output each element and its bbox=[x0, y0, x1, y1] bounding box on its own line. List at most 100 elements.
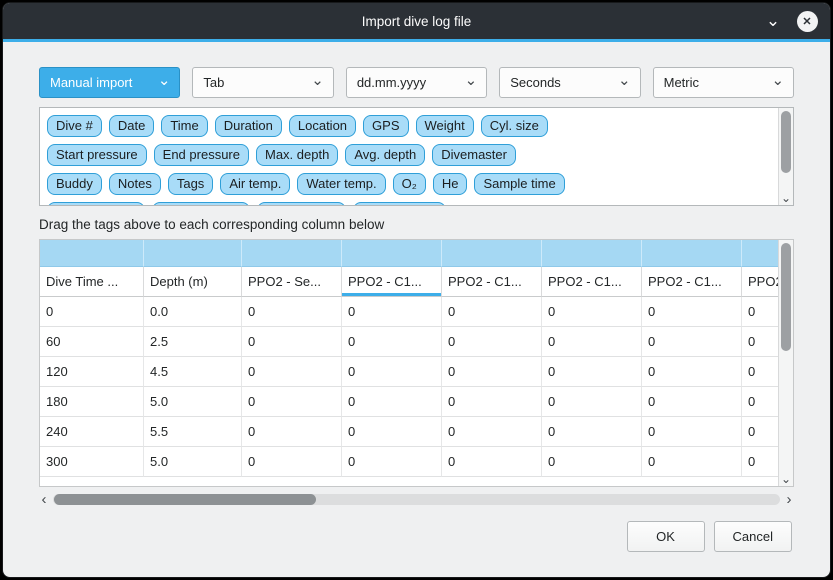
tag-pill[interactable]: Tags bbox=[168, 173, 213, 195]
tag-pill[interactable]: Sample time bbox=[474, 173, 564, 195]
tag-pill[interactable]: Notes bbox=[109, 173, 161, 195]
table-cell: 0 bbox=[342, 417, 442, 447]
scrollbar-thumb[interactable] bbox=[781, 243, 791, 351]
table-cell: 0 bbox=[242, 417, 342, 447]
table-cell: 2.5 bbox=[144, 327, 242, 357]
cancel-button[interactable]: Cancel bbox=[714, 521, 792, 552]
tag-pill[interactable]: Water temp. bbox=[297, 173, 385, 195]
tag-pill[interactable]: End pressure bbox=[154, 144, 249, 166]
table-cell: 0 bbox=[342, 327, 442, 357]
scroll-right-arrow-icon[interactable]: › bbox=[784, 493, 794, 506]
chevron-down-icon: ⌄ bbox=[311, 76, 324, 86]
ok-button[interactable]: OK bbox=[627, 521, 705, 552]
column-drop-zone[interactable] bbox=[40, 240, 144, 267]
dialog-footer: OK Cancel bbox=[41, 521, 792, 552]
import-preview-table: Dive Time ...Depth (m)PPO2 - Se...PPO2 -… bbox=[39, 239, 794, 487]
shade-button[interactable]: ⌄ bbox=[758, 3, 788, 39]
column-drop-zone[interactable] bbox=[242, 240, 342, 267]
combo-seconds[interactable]: Seconds⌄ bbox=[499, 67, 640, 98]
table-cell: 0 bbox=[442, 327, 542, 357]
tag-pill[interactable]: Buddy bbox=[47, 173, 102, 195]
table-cell: 0 bbox=[40, 297, 144, 327]
table-row: 1805.0000000 bbox=[40, 387, 778, 417]
tag-pill[interactable]: Divemaster bbox=[432, 144, 516, 166]
tag-pill[interactable]: He bbox=[433, 173, 468, 195]
combo-selected-value: Seconds bbox=[510, 75, 561, 90]
table-cell: 0 bbox=[242, 387, 342, 417]
titlebar[interactable]: Import dive log file ⌄ ✕ bbox=[3, 3, 830, 39]
close-icon: ✕ bbox=[797, 11, 818, 32]
column-header: PPO2 - C1... bbox=[742, 267, 778, 297]
tag-row: Start pressure End pressure Max. depth Avg.… bbox=[47, 144, 771, 166]
tag-pill[interactable]: O₂ bbox=[393, 173, 426, 195]
table-cell: 0 bbox=[342, 387, 442, 417]
table-cell: 180 bbox=[40, 387, 144, 417]
table-cell: 0.0 bbox=[144, 297, 242, 327]
hscroll-thumb[interactable] bbox=[54, 494, 316, 505]
column-drop-zone[interactable] bbox=[144, 240, 242, 267]
tag-pill[interactable]: Cyl. size bbox=[481, 115, 548, 137]
tag-pill[interactable]: Duration bbox=[215, 115, 282, 137]
table-cell: 0 bbox=[242, 357, 342, 387]
table-cell: 0 bbox=[442, 417, 542, 447]
table-cell: 0 bbox=[542, 417, 642, 447]
table-cell: 0 bbox=[342, 447, 442, 477]
combo-manual-import[interactable]: Manual import⌄ bbox=[39, 67, 180, 98]
tag-row: Buddy Notes Tags Air temp. Water temp. O₂ He Sa… bbox=[47, 173, 771, 195]
tag-pill[interactable]: Sample depth bbox=[47, 202, 145, 206]
table-cell: 0 bbox=[742, 387, 778, 417]
table-row: 2405.5000000 bbox=[40, 417, 778, 447]
tag-row: Dive # Date Time Duration Location GPS Weight C… bbox=[47, 115, 771, 137]
table-cell: 0 bbox=[642, 387, 742, 417]
column-drop-zone[interactable] bbox=[442, 240, 542, 267]
import-dialog-window: Import dive log file ⌄ ✕ Manual import⌄ T… bbox=[2, 2, 831, 578]
chevron-down-icon: ⌄ bbox=[158, 76, 171, 86]
table-header-row: Dive Time ...Depth (m)PPO2 - Se...PPO2 -… bbox=[40, 267, 778, 297]
table-cell: 0 bbox=[542, 357, 642, 387]
column-drop-zone[interactable] bbox=[342, 240, 442, 267]
table-row: 1204.5000000 bbox=[40, 357, 778, 387]
tag-pill[interactable]: Start pressure bbox=[47, 144, 147, 166]
column-drop-zone[interactable] bbox=[542, 240, 642, 267]
tag-pill[interactable]: Sample temp. bbox=[152, 202, 250, 206]
column-header: PPO2 - C1... bbox=[442, 267, 542, 297]
tag-pill[interactable]: Dive # bbox=[47, 115, 102, 137]
tag-pill[interactable]: Sample pO₂ bbox=[257, 202, 345, 206]
tag-pill[interactable]: Avg. depth bbox=[345, 144, 425, 166]
table-cell: 60 bbox=[40, 327, 144, 357]
tag-pill[interactable]: Time bbox=[161, 115, 207, 137]
table-cell: 0 bbox=[242, 297, 342, 327]
tag-pill[interactable]: Location bbox=[289, 115, 356, 137]
scrollbar-thumb[interactable] bbox=[781, 111, 791, 173]
horizontal-scrollbar[interactable]: ‹ › bbox=[39, 492, 794, 507]
window-title: Import dive log file bbox=[362, 14, 472, 29]
table-cell: 0 bbox=[742, 297, 778, 327]
tag-pill[interactable]: Sample CNS bbox=[353, 202, 446, 206]
combo-metric[interactable]: Metric⌄ bbox=[653, 67, 794, 98]
chevron-down-icon: ⌄ bbox=[771, 76, 784, 86]
tag-pill[interactable]: Max. depth bbox=[256, 144, 338, 166]
tag-pill[interactable]: GPS bbox=[363, 115, 408, 137]
column-header: PPO2 - C1... bbox=[642, 267, 742, 297]
column-drop-zone[interactable] bbox=[642, 240, 742, 267]
table-cell: 0 bbox=[442, 297, 542, 327]
table-cell: 120 bbox=[40, 357, 144, 387]
close-button[interactable]: ✕ bbox=[792, 3, 822, 39]
tag-panel-scrollbar[interactable]: ⌄ bbox=[778, 108, 793, 205]
drop-target-row bbox=[40, 240, 778, 267]
tag-pill[interactable]: Air temp. bbox=[220, 173, 290, 195]
combo-dd-mm-yyyy[interactable]: dd.mm.yyyy⌄ bbox=[346, 67, 487, 98]
table-cell: 0 bbox=[642, 417, 742, 447]
table-cell: 0 bbox=[542, 327, 642, 357]
scroll-left-arrow-icon[interactable]: ‹ bbox=[39, 493, 49, 506]
table-scrollbar[interactable]: ⌄ bbox=[778, 240, 793, 486]
table-cell: 0 bbox=[742, 327, 778, 357]
scroll-down-arrow-icon[interactable]: ⌄ bbox=[779, 473, 793, 485]
tag-pill[interactable]: Weight bbox=[416, 115, 474, 137]
column-drop-zone[interactable] bbox=[742, 240, 778, 267]
column-header: Dive Time ... bbox=[40, 267, 144, 297]
hscroll-track[interactable] bbox=[53, 494, 780, 505]
combo-tab[interactable]: Tab⌄ bbox=[192, 67, 333, 98]
scroll-down-arrow-icon[interactable]: ⌄ bbox=[779, 192, 793, 204]
tag-pill[interactable]: Date bbox=[109, 115, 154, 137]
